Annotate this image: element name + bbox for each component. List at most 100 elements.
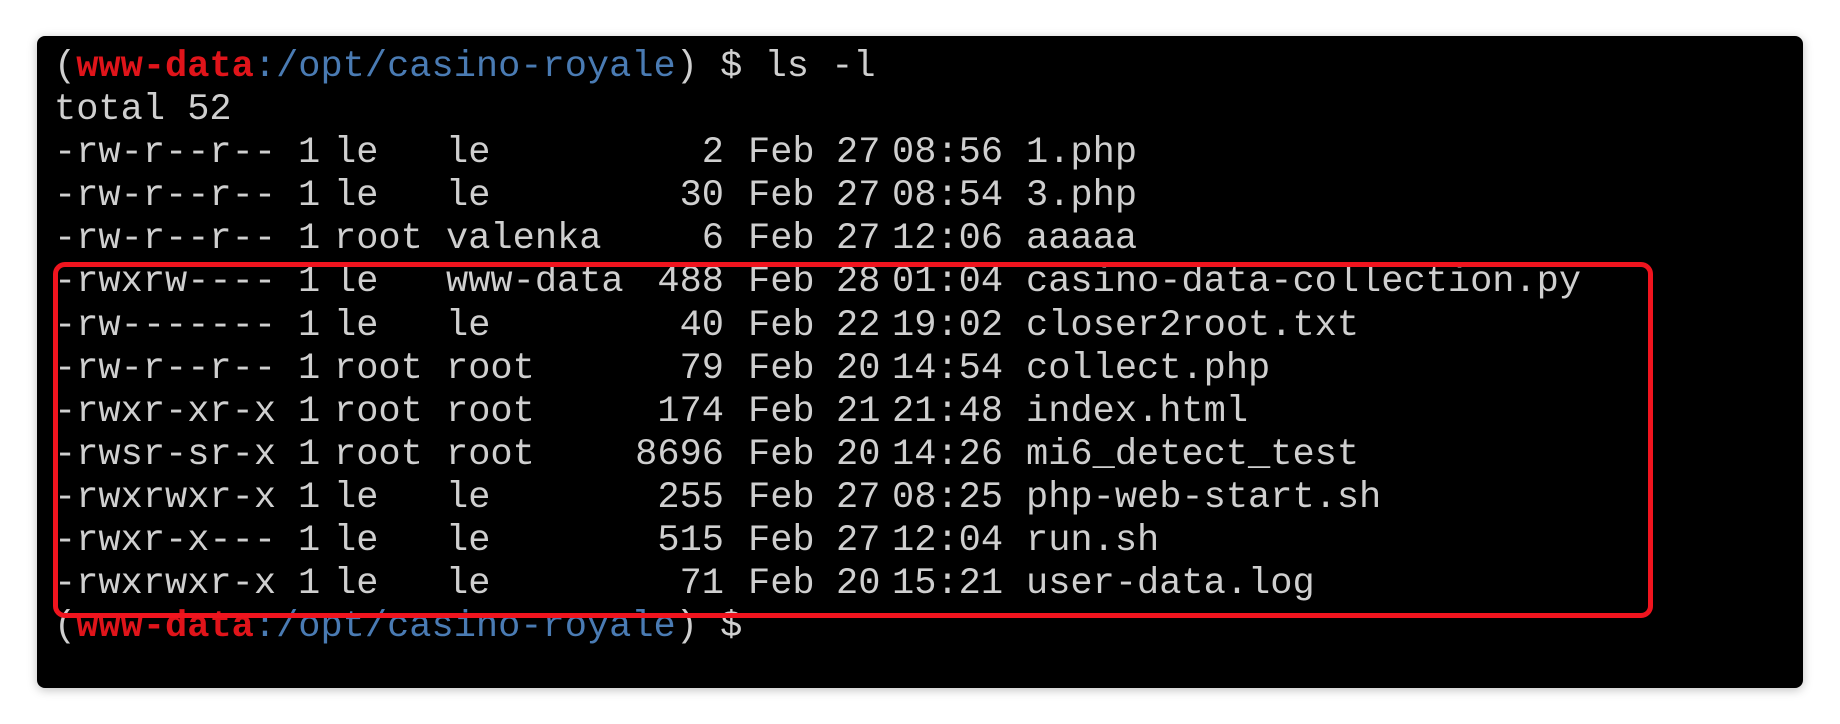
file-listing: -rw-r--r-- 1 le le 2 Feb 27 08:56 1.php -rw-r--r-… (54, 132, 1803, 606)
file-size: 6 (701, 218, 724, 261)
file-group: root (446, 390, 535, 433)
file-day: 27 (836, 132, 881, 175)
file-size: 174 (657, 390, 724, 433)
prompt-close-paren: ) (675, 46, 698, 88)
file-size: 30 (679, 175, 724, 218)
file-time: 21:48 (892, 390, 1004, 433)
file-links: 1 (298, 347, 321, 390)
file-group: le (446, 175, 491, 218)
file-links: 1 (298, 261, 321, 304)
file-links: 1 (298, 520, 321, 563)
file-time: 15:21 (892, 563, 1004, 606)
file-size: 255 (657, 476, 724, 519)
file-group: valenka (446, 218, 602, 261)
file-month: Feb (748, 563, 815, 606)
file-links: 1 (298, 433, 321, 476)
file-entry-row: -rw-r--r-- 1 root root 79 Feb 20 14:54 collect.p… (54, 348, 1803, 391)
prompt-line-bottom[interactable]: (www-data:/opt/casino-royale) $ (54, 606, 1803, 649)
file-name: 1.php (1026, 132, 1138, 175)
prompt-open-paren: ( (54, 606, 77, 649)
file-group: le (446, 132, 491, 175)
file-name: user-data.log (1026, 563, 1315, 606)
file-day: 22 (836, 304, 881, 347)
file-day: 20 (836, 433, 881, 476)
file-perm: -rwxr-x--- (54, 520, 277, 563)
file-time: 08:25 (892, 476, 1004, 519)
file-month: Feb (748, 347, 815, 390)
file-name: php-web-start.sh (1026, 476, 1382, 519)
file-month: Feb (748, 433, 815, 476)
file-day: 20 (836, 347, 881, 390)
file-time: 19:02 (892, 304, 1004, 347)
file-links: 1 (298, 476, 321, 519)
file-entry-row: -rw-r--r-- 1 root valenka 6 Feb 27 12:06 aaaaa (54, 218, 1803, 261)
file-day: 20 (836, 563, 881, 606)
file-entry-row: -rw------- 1 le le 40 Feb 22 19:02 closer2root.t… (54, 305, 1803, 348)
file-size: 40 (679, 304, 724, 347)
prompt-close-paren: ) (675, 606, 698, 649)
file-month: Feb (748, 520, 815, 563)
file-perm: -rw------- (54, 304, 277, 347)
file-perm: -rw-r--r-- (54, 347, 277, 390)
file-group: le (446, 563, 491, 606)
command-text: ls -l (764, 46, 876, 88)
file-month: Feb (748, 132, 815, 175)
file-links: 1 (298, 390, 321, 433)
file-time: 08:56 (892, 132, 1004, 175)
prompt-line-top: (www-data:/opt/casino-royale) $ ls -l (54, 46, 1803, 89)
file-owner: root (334, 218, 423, 261)
file-month: Feb (748, 304, 815, 347)
prompt-path: :/opt/casino-royale (253, 606, 676, 649)
file-entry-row: -rw-r--r-- 1 le le 2 Feb 27 08:56 1.php (54, 132, 1803, 175)
file-perm: -rwxrwxr-x (54, 476, 277, 519)
prompt-open-paren: ( (54, 46, 77, 88)
file-group: le (446, 476, 491, 519)
file-day: 28 (836, 261, 881, 304)
file-name: index.html (1026, 390, 1249, 433)
file-size: 515 (657, 520, 724, 563)
file-name: mi6_detect_test (1026, 433, 1360, 476)
file-size: 2 (701, 132, 724, 175)
file-name: run.sh (1026, 520, 1160, 563)
file-entry-row: -rwxrwxr-x 1 le le 71 Feb 20 15:21 user-data.log (54, 563, 1803, 606)
total-line: total 52 (54, 89, 232, 132)
file-owner: root (334, 433, 423, 476)
file-day: 27 (836, 175, 881, 218)
file-size: 8696 (635, 433, 724, 476)
file-perm: -rwxrwxr-x (54, 563, 277, 606)
file-size: 71 (679, 563, 724, 606)
file-owner: le (334, 520, 379, 563)
file-time: 01:04 (892, 261, 1004, 304)
file-size: 488 (657, 261, 724, 304)
file-perm: -rw-r--r-- (54, 175, 277, 218)
file-month: Feb (748, 175, 815, 218)
file-perm: -rw-r--r-- (54, 218, 277, 261)
file-month: Feb (748, 218, 815, 261)
file-owner: root (334, 390, 423, 433)
file-name: aaaaa (1026, 218, 1138, 261)
file-links: 1 (298, 304, 321, 347)
prompt-user: www-data (76, 46, 254, 88)
file-owner: le (334, 175, 379, 218)
file-entry-row: -rwxr-xr-x 1 root root 174 Feb 21 21:48 index.ht… (54, 391, 1803, 434)
terminal-output: (www-data:/opt/casino-royale) $ ls -l to… (54, 46, 1803, 649)
file-entry-row: -rwsr-sr-x 1 root root 8696 Feb 20 14:26 mi6_det… (54, 434, 1803, 477)
file-month: Feb (748, 261, 815, 304)
file-size: 79 (679, 347, 724, 390)
file-day: 27 (836, 218, 881, 261)
file-links: 1 (298, 175, 321, 218)
file-group: le (446, 520, 491, 563)
file-entry-row: -rwxrw---- 1 le www-data 488 Feb 28 01:04 casino… (54, 261, 1803, 304)
file-links: 1 (298, 132, 321, 175)
terminal-window[interactable]: (www-data:/opt/casino-royale) $ ls -l to… (37, 36, 1803, 688)
file-time: 14:54 (892, 347, 1004, 390)
file-perm: -rw-r--r-- (54, 132, 277, 175)
file-group: root (446, 433, 535, 476)
file-links: 1 (298, 218, 321, 261)
file-time: 08:54 (892, 175, 1004, 218)
file-time: 12:04 (892, 520, 1004, 563)
file-owner: le (334, 563, 379, 606)
file-entry-row: -rw-r--r-- 1 le le 30 Feb 27 08:54 3.php (54, 175, 1803, 218)
file-time: 14:26 (892, 433, 1004, 476)
file-perm: -rwxr-xr-x (54, 390, 277, 433)
